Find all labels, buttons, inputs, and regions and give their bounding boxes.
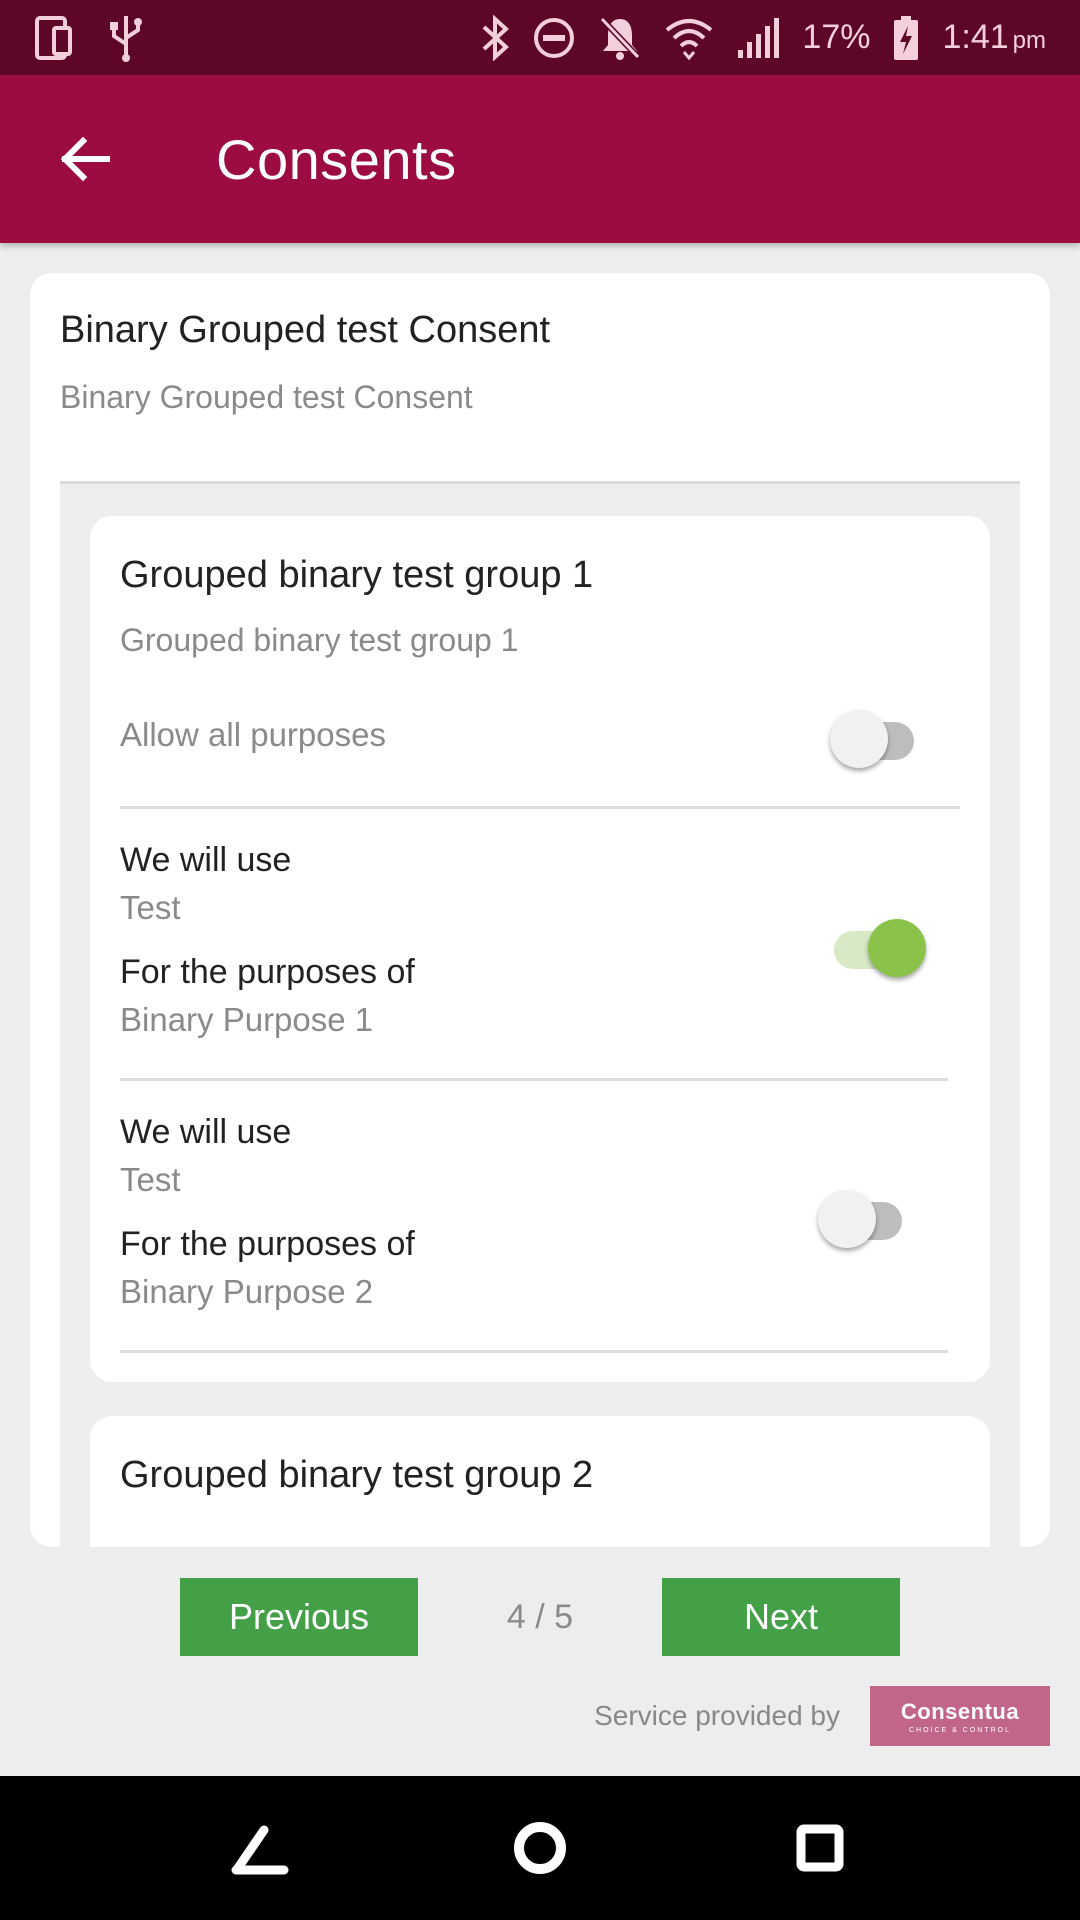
do-not-disturb-icon [532, 16, 576, 60]
divider [120, 1350, 948, 1353]
purpose-value: Binary Purpose 2 [120, 1273, 374, 1310]
page-title: Consents [216, 127, 457, 191]
consentua-logo[interactable]: Consentua CHOICE & CONTROL [870, 1686, 1050, 1746]
purpose-toggle-1[interactable] [820, 913, 926, 977]
consent-subtitle: Binary Grouped test Consent [60, 379, 473, 415]
nav-recents-icon [796, 1824, 844, 1872]
group-card: Grouped binary test group 1 Grouped bina… [90, 516, 990, 1382]
signal-icon [736, 16, 780, 60]
next-button[interactable]: Next [662, 1578, 900, 1656]
group-description: Grouped binary test group 1 [120, 622, 519, 658]
page-indicator: 4 / 5 [506, 1597, 574, 1636]
allow-all-label: Allow all purposes [120, 716, 386, 753]
use-value: Test [120, 889, 181, 926]
nav-home-button[interactable] [498, 1806, 582, 1890]
allow-all-toggle[interactable] [830, 704, 930, 768]
battery-charging-icon [892, 14, 920, 62]
groups-list[interactable]: Grouped binary test group 1 Grouped bina… [60, 481, 1020, 1547]
purpose-toggle-2[interactable] [818, 1184, 918, 1248]
status-bar: 17% 1:41 pm [0, 0, 1080, 75]
divider [120, 806, 960, 809]
pager: Previous 4 / 5 Next [0, 1578, 1080, 1656]
app-bar: Consents [0, 75, 1080, 243]
system-nav-bar [0, 1776, 1080, 1920]
use-label: We will use [120, 1113, 292, 1151]
bluetooth-icon [480, 14, 510, 61]
purpose-value: Binary Purpose 1 [120, 1001, 374, 1038]
notifications-off-icon [598, 15, 642, 61]
logo-tagline: CHOICE & CONTROL [908, 1726, 1011, 1734]
purpose-item: We will use Test For the purposes of Bin… [120, 1108, 415, 1316]
nav-back-button[interactable] [218, 1806, 302, 1890]
group-card: Grouped binary test group 2 [90, 1416, 990, 1547]
nav-home-icon [514, 1822, 566, 1874]
group-title: Grouped binary test group 1 [120, 554, 594, 596]
purpose-item: We will use Test For the purposes of Bin… [120, 836, 415, 1044]
back-button[interactable] [40, 114, 130, 204]
consent-title: Binary Grouped test Consent [60, 309, 551, 351]
consent-card: Binary Grouped test Consent Binary Group… [30, 273, 1050, 1547]
divider [120, 1078, 948, 1081]
logo-text: Consentua [900, 1698, 1020, 1724]
service-provided-text: Service provided by [594, 1700, 840, 1731]
usb-icon [108, 14, 144, 62]
use-value: Test [120, 1161, 181, 1198]
purpose-label: For the purposes of [120, 1225, 415, 1263]
wifi-icon [664, 16, 714, 60]
battery-percent: 17% [802, 18, 871, 56]
arrow-left-icon [60, 136, 110, 182]
purpose-label: For the purposes of [120, 953, 415, 991]
previous-button[interactable]: Previous [180, 1578, 418, 1656]
phone-device-icon [34, 14, 74, 62]
nav-recents-button[interactable] [778, 1806, 862, 1890]
use-label: We will use [120, 841, 292, 879]
group-title: Grouped binary test group 2 [120, 1454, 594, 1496]
nav-back-icon [231, 1825, 289, 1875]
clock: 1:41 pm [942, 18, 1046, 56]
